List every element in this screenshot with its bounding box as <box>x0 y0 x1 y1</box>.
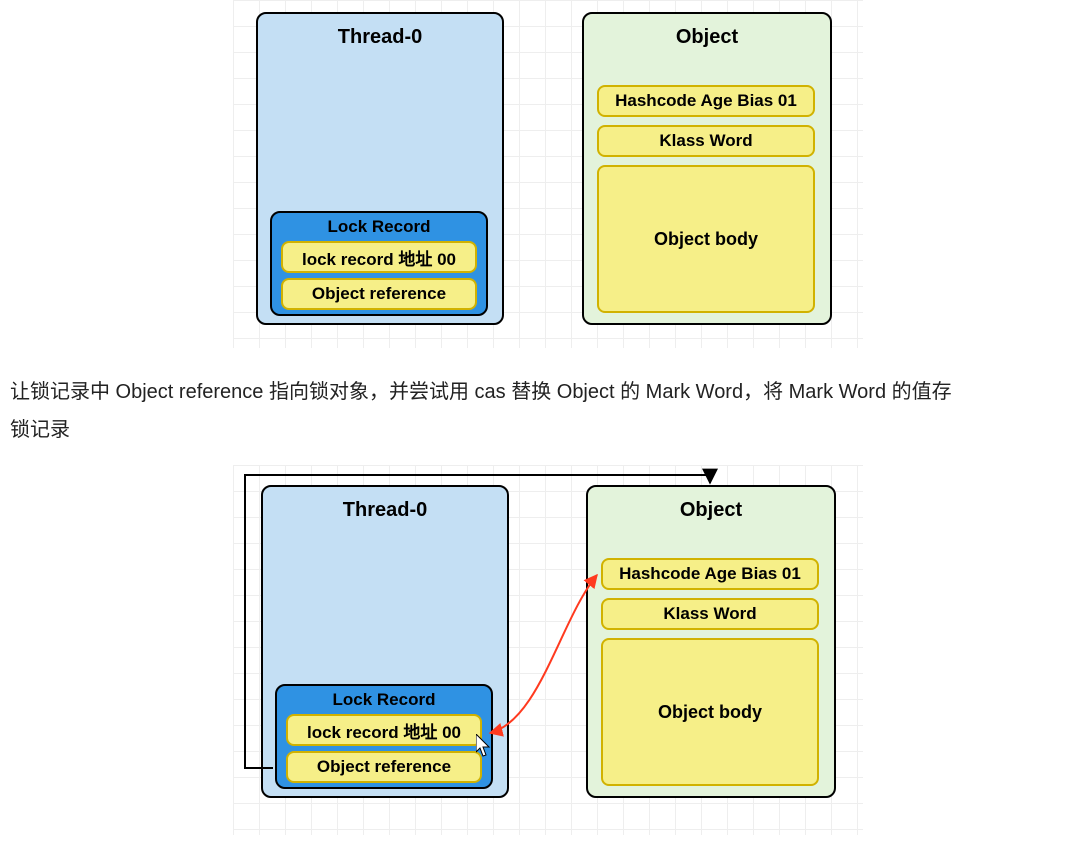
object-reference-2: Object reference <box>286 751 482 783</box>
lock-record-box-2: Lock Record lock record 地址 00 Object ref… <box>275 684 493 789</box>
paragraph-line-1: 让锁记录中 Object reference 指向锁对象，并尝试用 cas 替换… <box>10 381 952 403</box>
object-box-2: Object Hashcode Age Bias 01 Klass Word O… <box>586 485 836 798</box>
paragraph-line-2: 锁记录 <box>10 419 70 441</box>
hashcode-1: Hashcode Age Bias 01 <box>597 85 815 117</box>
object-reference-1: Object reference <box>281 278 477 310</box>
object-title-1: Object <box>584 26 830 49</box>
thread-box-2: Thread-0 Lock Record lock record 地址 00 O… <box>261 485 509 798</box>
thread-title-2: Thread-0 <box>263 499 507 522</box>
lock-record-addr-2: lock record 地址 00 <box>286 714 482 746</box>
object-body-2: Object body <box>601 638 819 786</box>
thread-title-1: Thread-0 <box>258 26 502 49</box>
lock-record-title-2: Lock Record <box>277 690 491 710</box>
klass-word-1: Klass Word <box>597 125 815 157</box>
lock-record-addr-1: lock record 地址 00 <box>281 241 477 273</box>
thread-box-1: Thread-0 Lock Record lock record 地址 00 O… <box>256 12 504 325</box>
object-box-1: Object Hashcode Age Bias 01 Klass Word O… <box>582 12 832 325</box>
description-paragraph: 让锁记录中 Object reference 指向锁对象，并尝试用 cas 替换… <box>10 373 1070 449</box>
object-body-1: Object body <box>597 165 815 313</box>
hashcode-2: Hashcode Age Bias 01 <box>601 558 819 590</box>
mouse-cursor-icon <box>476 734 492 758</box>
lock-record-title-1: Lock Record <box>272 217 486 237</box>
lock-record-box-1: Lock Record lock record 地址 00 Object ref… <box>270 211 488 316</box>
object-title-2: Object <box>588 499 834 522</box>
klass-word-2: Klass Word <box>601 598 819 630</box>
